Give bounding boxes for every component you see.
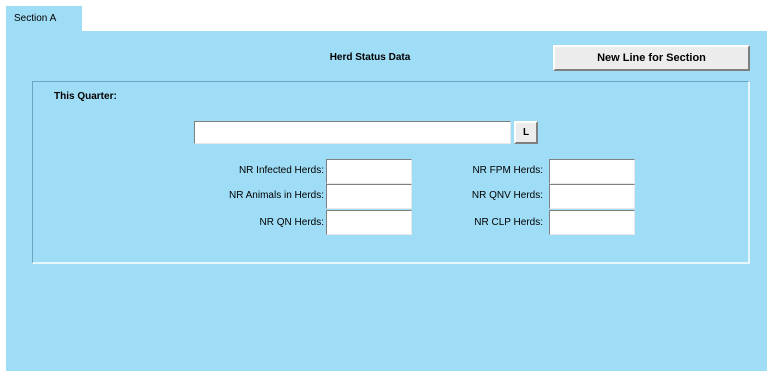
qnv-herds-input[interactable] xyxy=(549,184,635,209)
lookup-input[interactable] xyxy=(194,121,511,144)
infected-herds-label: NR Infected Herds: xyxy=(238,165,324,176)
lookup-button[interactable]: L xyxy=(514,121,538,144)
qn-herds-label: NR QN Herds: xyxy=(259,217,324,228)
clp-herds-label: NR CLP Herds: xyxy=(474,217,543,228)
qn-herds-input[interactable] xyxy=(326,210,412,235)
this-quarter-label: This Quarter: xyxy=(54,91,117,102)
animals-in-herds-label: NR Animals in Herds: xyxy=(228,190,324,201)
qnv-herds-label: NR QNV Herds: xyxy=(471,190,543,201)
new-line-for-section-button[interactable]: New Line for Section xyxy=(553,45,750,71)
fpm-herds-label: NR FPM Herds: xyxy=(472,165,543,176)
fpm-herds-input[interactable] xyxy=(549,159,635,184)
clp-herds-input[interactable] xyxy=(549,210,635,235)
tab-section-a[interactable]: Section A xyxy=(6,6,82,31)
panel-title: Herd Status Data xyxy=(329,52,411,63)
infected-herds-input[interactable] xyxy=(326,159,412,184)
animals-in-herds-input[interactable] xyxy=(326,184,412,209)
